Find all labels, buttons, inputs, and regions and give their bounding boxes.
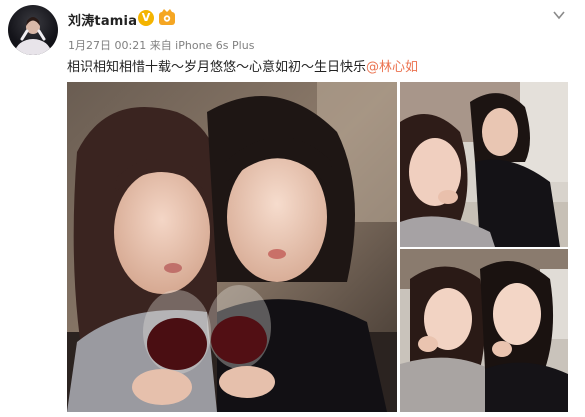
post-meta: 1月27日 00:21 来自 iPhone 6s Plus <box>68 39 255 52</box>
mention-link[interactable]: @林心如 <box>366 60 418 75</box>
weibo-post: 刘涛tamia V 1月27日 00:21 来自 iPhone 6s Plus … <box>0 0 585 417</box>
post-text: 相识相知相惜十载～岁月悠悠～心意如初～生日快乐@林心如 <box>67 56 418 75</box>
photo-top-right[interactable] <box>400 82 568 247</box>
verified-badge-icon: V <box>138 10 154 26</box>
chevron-down-icon[interactable] <box>552 8 566 22</box>
member-badge-icon[interactable] <box>158 9 176 26</box>
photo-bottom-right[interactable] <box>400 249 568 412</box>
username[interactable]: 刘涛tamia <box>68 10 137 29</box>
avatar-icon <box>15 17 51 55</box>
avatar[interactable] <box>8 5 58 55</box>
post-text-main: 相识相知相惜十载～岁月悠悠～心意如初～生日快乐 <box>67 60 367 75</box>
photo-main[interactable] <box>67 82 397 412</box>
